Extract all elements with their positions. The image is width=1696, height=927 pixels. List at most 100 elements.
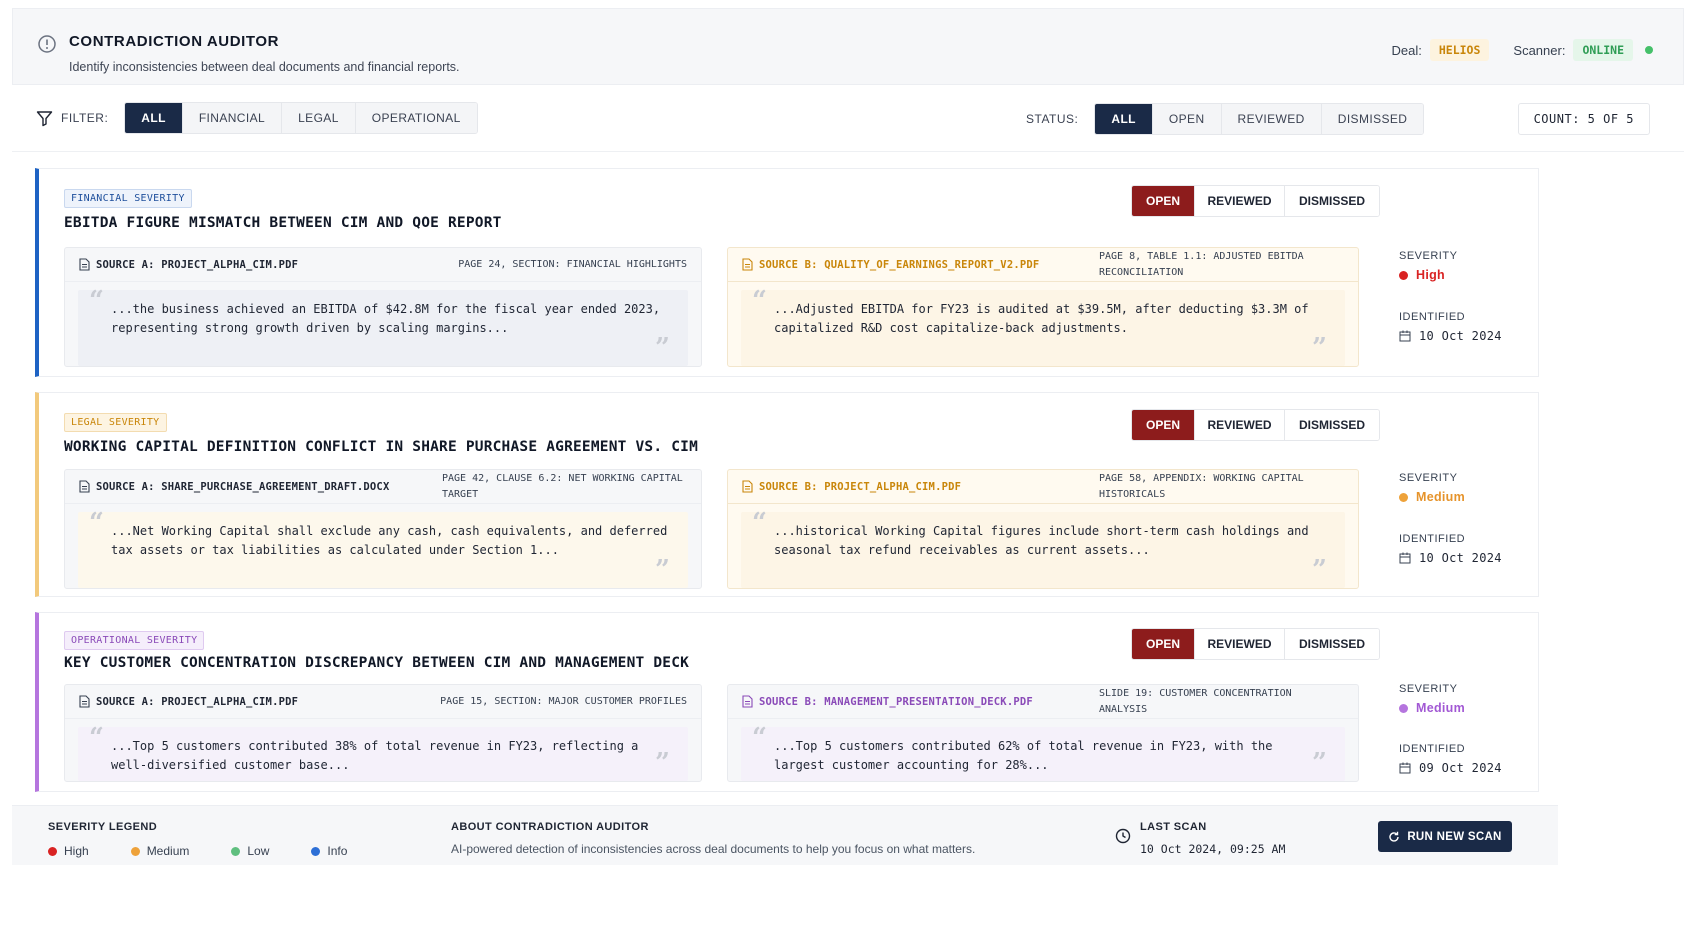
source-b-quote-text: ...Adjusted EBITDA for FY23 is audited a… xyxy=(774,302,1309,335)
last-scan-label: LAST SCAN xyxy=(1140,821,1207,833)
close-quote-icon: ” xyxy=(655,333,670,363)
document-icon xyxy=(742,695,753,708)
severity-legend: High Medium Low Info xyxy=(48,844,389,858)
identified-label: IDENTIFIED xyxy=(1399,743,1466,755)
identified-date: 09 Oct 2024 xyxy=(1419,761,1502,775)
filter-bar: FILTER: ALL FINANCIAL LEGAL OPERATIONAL … xyxy=(12,85,1684,152)
source-a-name[interactable]: SOURCE A: PROJECT_ALPHA_CIM.PDF xyxy=(96,259,298,271)
severity-info: SEVERITY Medium IDENTIFIED 09 Oct 2024 xyxy=(1399,683,1502,775)
legend-item-high: High xyxy=(48,844,89,858)
result-count: COUNT: 5 OF 5 xyxy=(1517,103,1650,135)
close-quote-icon: ” xyxy=(1312,555,1327,585)
source-b-name[interactable]: SOURCE B: QUALITY_OF_EARNINGS_REPORT_V2.… xyxy=(759,259,1039,271)
deal-badge: HELIOS xyxy=(1429,39,1490,61)
open-quote-icon: “ xyxy=(752,508,767,538)
severity-info: SEVERITY Medium IDENTIFIED 10 Oct 2024 xyxy=(1399,472,1502,565)
source-a-panel: SOURCE A: PROJECT_ALPHA_CIM.PDF PAGE 15,… xyxy=(64,684,702,782)
open-quote-icon: “ xyxy=(89,723,104,753)
contradiction-card: OPERATIONAL SEVERITY KEY CUSTOMER CONCEN… xyxy=(35,612,1539,792)
source-a-name[interactable]: SOURCE A: SHARE_PURCHASE_AGREEMENT_DRAFT… xyxy=(96,481,389,493)
severity-dot xyxy=(1399,270,1408,280)
document-icon xyxy=(742,258,753,271)
card-title: WORKING CAPITAL DEFINITION CONFLICT IN S… xyxy=(64,439,699,455)
app-subtitle: Identify inconsistencies between deal do… xyxy=(69,60,460,74)
open-quote-icon: “ xyxy=(89,508,104,538)
mark-reviewed-button[interactable]: REVIEWED xyxy=(1195,410,1285,440)
category-tag: FINANCIAL SEVERITY xyxy=(64,189,192,208)
header-status: Deal: HELIOS Scanner: ONLINE xyxy=(1392,39,1653,61)
calendar-icon xyxy=(1399,762,1411,774)
legend-item-medium: Medium xyxy=(130,844,189,858)
close-quote-icon: ” xyxy=(655,555,670,585)
category-tag: OPERATIONAL SEVERITY xyxy=(64,631,205,650)
card-title: EBITDA FIGURE MISMATCH BETWEEN CIM AND Q… xyxy=(64,215,502,231)
source-a-quote-text: ...the business achieved an EBITDA of $4… xyxy=(111,302,661,335)
app-header: CONTRADICTION AUDITOR Identify inconsist… xyxy=(12,8,1684,85)
mark-dismissed-button[interactable]: DISMISSED xyxy=(1285,629,1379,659)
filter-financial[interactable]: FINANCIAL xyxy=(182,103,283,133)
identified-date: 10 Oct 2024 xyxy=(1419,551,1502,565)
mark-open-button[interactable]: OPEN xyxy=(1132,186,1195,216)
app-footer: SEVERITY LEGEND High Medium Low Info ABO… xyxy=(12,805,1558,865)
mark-dismissed-button[interactable]: DISMISSED xyxy=(1285,410,1379,440)
filter-all[interactable]: ALL xyxy=(125,103,183,133)
filter-legal[interactable]: LEGAL xyxy=(282,103,356,133)
source-a-quote: “ ...the business achieved an EBITDA of … xyxy=(78,286,688,366)
card-status-toggle: OPEN REVIEWED DISMISSED xyxy=(1131,409,1380,441)
source-b-name[interactable]: SOURCE B: PROJECT_ALPHA_CIM.PDF xyxy=(759,481,961,493)
status-dismissed[interactable]: DISMISSED xyxy=(1321,104,1424,134)
legend-title: SEVERITY LEGEND xyxy=(48,821,158,833)
card-status-toggle: OPEN REVIEWED DISMISSED xyxy=(1131,628,1380,660)
app-root: CONTRADICTION AUDITOR Identify inconsist… xyxy=(0,8,1696,927)
source-b-quote: “ ...Top 5 customers contributed 62% of … xyxy=(741,723,1345,781)
last-scan-value: 10 Oct 2024, 09:25 AM xyxy=(1140,842,1286,856)
document-icon xyxy=(79,695,90,708)
source-a-name[interactable]: SOURCE A: PROJECT_ALPHA_CIM.PDF xyxy=(96,696,298,708)
source-b-name[interactable]: SOURCE B: MANAGEMENT_PRESENTATION_DECK.P… xyxy=(759,696,1033,708)
status-open[interactable]: OPEN xyxy=(1152,104,1222,134)
severity-dot xyxy=(1399,492,1408,502)
identified-label: IDENTIFIED xyxy=(1399,533,1466,545)
severity-value: High xyxy=(1416,268,1445,282)
document-icon xyxy=(79,258,90,271)
open-quote-icon: “ xyxy=(752,723,767,753)
source-a-reference: PAGE 15, SECTION: MAJOR CUSTOMER PROFILE… xyxy=(440,695,687,707)
source-b-panel: SOURCE B: QUALITY_OF_EARNINGS_REPORT_V2.… xyxy=(727,247,1359,367)
card-status-toggle: OPEN REVIEWED DISMISSED xyxy=(1131,185,1380,217)
mark-open-button[interactable]: OPEN xyxy=(1132,410,1195,440)
open-quote-icon: “ xyxy=(89,286,104,316)
online-indicator-dot xyxy=(1645,46,1653,54)
about-title: ABOUT CONTRADICTION AUDITOR xyxy=(451,821,649,833)
severity-dot xyxy=(1399,703,1408,713)
mark-open-button[interactable]: OPEN xyxy=(1132,629,1195,659)
mark-reviewed-button[interactable]: REVIEWED xyxy=(1195,629,1285,659)
close-quote-icon: ” xyxy=(1312,748,1327,778)
severity-value: Medium xyxy=(1416,701,1466,715)
source-a-panel: SOURCE A: SHARE_PURCHASE_AGREEMENT_DRAFT… xyxy=(64,469,702,589)
run-new-scan-button[interactable]: RUN NEW SCAN xyxy=(1378,821,1512,852)
source-a-quote-text: ...Top 5 customers contributed 38% of to… xyxy=(111,739,639,772)
severity-label: SEVERITY xyxy=(1399,683,1458,695)
status-label: STATUS: xyxy=(1026,112,1079,126)
source-a-quote: “ ...Top 5 customers contributed 38% of … xyxy=(78,723,688,781)
source-a-quote-text: ...Net Working Capital shall exclude any… xyxy=(111,524,668,557)
mark-dismissed-button[interactable]: DISMISSED xyxy=(1285,186,1379,216)
filter-operational[interactable]: OPERATIONAL xyxy=(355,103,477,133)
source-a-reference: PAGE 24, SECTION: FINANCIAL HIGHLIGHTS xyxy=(458,258,687,270)
severity-label: SEVERITY xyxy=(1399,472,1458,484)
identified-label: IDENTIFIED xyxy=(1399,311,1466,323)
source-b-panel: SOURCE B: MANAGEMENT_PRESENTATION_DECK.P… xyxy=(727,684,1359,782)
clock-icon xyxy=(1115,828,1131,844)
calendar-icon xyxy=(1399,552,1411,564)
source-b-quote-text: ...historical Working Capital figures in… xyxy=(774,524,1309,557)
mark-reviewed-button[interactable]: REVIEWED xyxy=(1195,186,1285,216)
source-a-quote: “ ...Net Working Capital shall exclude a… xyxy=(78,508,688,588)
scanner-status-badge: ONLINE xyxy=(1573,39,1633,61)
status-reviewed[interactable]: REVIEWED xyxy=(1221,104,1322,134)
source-a-reference: PAGE 42, CLAUSE 6.2: NET WORKING CAPITAL… xyxy=(442,472,683,500)
refresh-icon xyxy=(1389,831,1400,842)
document-icon xyxy=(79,480,90,493)
status-all[interactable]: ALL xyxy=(1095,104,1153,134)
about-text: AI-powered detection of inconsistencies … xyxy=(451,842,976,856)
run-new-scan-label: RUN NEW SCAN xyxy=(1407,830,1502,843)
